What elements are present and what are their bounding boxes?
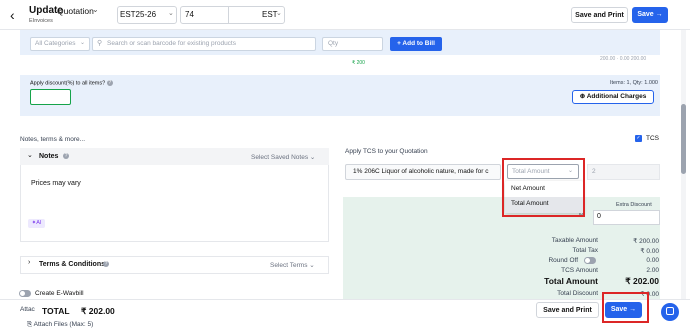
- discount-percent-input[interactable]: [30, 89, 71, 105]
- tcs-checkbox[interactable]: ✓: [635, 135, 642, 142]
- org-name: EInvoices: [29, 18, 53, 24]
- chevron-down-icon: ⌄: [309, 154, 316, 161]
- paperclip-icon: ⎘: [27, 321, 33, 328]
- ai-label: AI: [36, 220, 42, 226]
- chevron-down-icon[interactable]: ⌄: [92, 5, 99, 14]
- apply-discount-text: Apply discount(%) to all items?: [30, 80, 106, 87]
- taxable-amount-label: Taxable Amount: [551, 237, 598, 244]
- attach-files-link[interactable]: ⎘ Attach Files (Max: 5): [27, 321, 93, 329]
- taxable-amount-value: ₹ 200.00: [633, 238, 659, 245]
- extra-discount-input[interactable]: [593, 210, 660, 225]
- item-amount-faded: 200.00 · 0.00 200.00: [600, 56, 647, 62]
- additional-charges-button[interactable]: ⊕ Additional Charges: [572, 90, 654, 104]
- doc-number-value[interactable]: 74: [185, 10, 194, 19]
- search-placeholder: Search or scan barcode for existing prod…: [107, 40, 236, 47]
- notes-textarea[interactable]: Prices may vary: [31, 180, 81, 187]
- ewaybill-label: Create E-Wavbill: [35, 290, 84, 297]
- select-terms-label: Select Terms: [270, 262, 308, 269]
- qty-placeholder: Qty: [328, 40, 339, 47]
- round-off-label: Round Off: [548, 257, 578, 264]
- total-discount-label: Total Discount: [557, 290, 598, 297]
- chevron-down-icon: ⌄: [309, 262, 315, 269]
- items-count: Items: 1, Qty: 1.000: [610, 80, 658, 86]
- back-icon[interactable]: ‹: [10, 8, 24, 22]
- tcs-rate-value: 2: [592, 168, 596, 175]
- toggle-knob: [585, 258, 590, 263]
- tcs-amount-label: TCS Amount: [561, 267, 598, 274]
- info-icon[interactable]: ?: [103, 261, 109, 267]
- save-label: Save: [637, 11, 654, 18]
- apply-discount-label: Apply discount(%) to all items? ?: [30, 80, 113, 86]
- grand-total-value: ₹ 202.00: [625, 276, 659, 286]
- extra-discount-value: 0: [597, 213, 601, 220]
- divider: [228, 7, 229, 23]
- select-saved-notes[interactable]: Select Saved Notes ⌄: [251, 153, 315, 161]
- attach-label: Attac: [20, 306, 35, 313]
- highlight-box: [502, 158, 585, 217]
- apply-tcs-label: Apply TCS to your Quotation: [345, 148, 428, 155]
- tcs-amount-value: 2.00: [646, 267, 659, 274]
- chevron-down-icon: ⌄: [276, 10, 282, 17]
- additional-charges-label: Additional Charges: [586, 93, 647, 100]
- chevron-down-icon: ⌄: [168, 10, 174, 17]
- search-icon: ⚲: [97, 40, 103, 47]
- footer-total-value: ₹ 202.00: [81, 306, 115, 316]
- ai-assist-button[interactable]: ✦AI: [28, 219, 45, 228]
- info-icon[interactable]: ?: [106, 80, 113, 86]
- tcs-label: TCS: [646, 135, 659, 142]
- save-and-print-button[interactable]: Save and Print: [571, 7, 628, 23]
- grand-total-label: Total Amount: [544, 276, 598, 286]
- scrollbar-thumb[interactable]: [681, 104, 686, 174]
- series-value: EST25-26: [120, 10, 157, 19]
- arrow-right-icon: →: [655, 11, 663, 18]
- item-price-tag: ₹ 200: [352, 60, 365, 66]
- attach-files-label: Attach Files (Max: 5): [33, 321, 94, 328]
- notes-terms-label: Notes, terms & more...: [20, 136, 86, 143]
- save-button[interactable]: Save →: [632, 7, 668, 23]
- chevron-down-icon: ⌄: [80, 40, 86, 46]
- info-icon[interactable]: ?: [63, 153, 69, 159]
- chevron-down-icon[interactable]: ⌄: [27, 151, 33, 159]
- tcs-section-value: 1% 206C Liquor of alcoholic nature, made…: [353, 168, 489, 175]
- category-placeholder: All Categories: [35, 40, 76, 47]
- doc-type-selector[interactable]: Quotation: [57, 6, 94, 16]
- highlight-box: [602, 292, 649, 323]
- select-terms[interactable]: Select Terms ⌄: [270, 261, 315, 269]
- save-and-print-button[interactable]: Save and Print: [536, 302, 599, 318]
- notes-title: Notes: [39, 153, 59, 160]
- footer-total-label: TOTAL: [42, 306, 70, 316]
- add-to-bill-button[interactable]: + Add to Bill: [390, 37, 442, 51]
- total-tax-label: Total Tax: [572, 247, 598, 254]
- chat-icon: [666, 307, 674, 315]
- total-tax-value: ₹ 0.00: [640, 248, 659, 255]
- extra-discount-label: Extra Discount: [616, 202, 652, 208]
- terms-title: Terms & Conditions: [39, 261, 105, 268]
- saved-notes-label: Select Saved Notes: [251, 154, 309, 161]
- toggle-knob: [20, 291, 25, 296]
- tcs-rate-field: [587, 164, 660, 180]
- item-row-area: [20, 55, 660, 75]
- round-off-value: 0.00: [646, 257, 659, 264]
- plus-circle-icon: ⊕: [579, 93, 586, 100]
- chevron-right-icon[interactable]: ›: [28, 259, 30, 266]
